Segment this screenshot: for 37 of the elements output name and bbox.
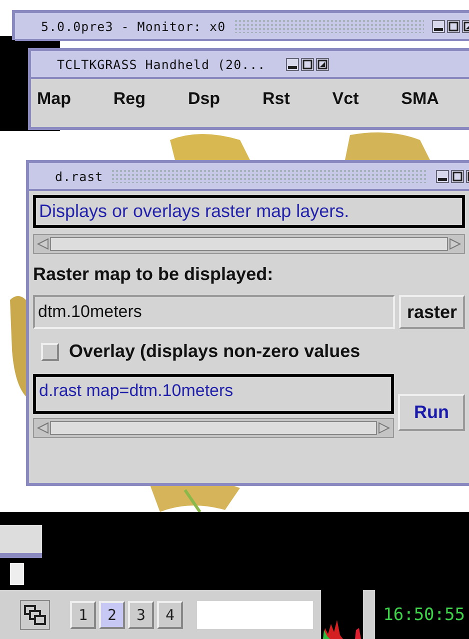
window-title: 5.0.0pre3 - Monitor: x0 [41, 18, 226, 34]
menu-item[interactable]: Reg [113, 89, 146, 109]
maximize-icon[interactable] [447, 20, 460, 32]
maximize-icon[interactable] [300, 58, 314, 70]
minimize-icon[interactable] [432, 20, 445, 32]
horizontal-scrollbar[interactable] [33, 418, 394, 438]
window-title: d.rast [55, 168, 104, 184]
overlay-checkbox[interactable] [41, 342, 59, 360]
right-arrow-icon[interactable] [448, 237, 462, 251]
left-arrow-icon[interactable] [36, 421, 50, 435]
map-input-field[interactable]: dtm.10meters [33, 295, 395, 329]
menu-item[interactable]: Dsp [188, 89, 220, 109]
checkbox-label: Overlay (displays non-zero values [69, 341, 360, 362]
right-arrow-icon[interactable] [377, 421, 391, 435]
desktop-button[interactable]: 3 [128, 600, 154, 628]
horizontal-scrollbar[interactable] [33, 234, 465, 254]
description-text: Displays or overlays raster map layers. [33, 195, 465, 228]
minimize-icon[interactable] [436, 170, 449, 182]
raster-button[interactable]: raster [398, 295, 465, 329]
clock: 16:50:55 [375, 590, 469, 639]
command-text: d.rast map=dtm.10meters [33, 374, 394, 414]
left-arrow-icon[interactable] [36, 237, 50, 251]
menu-item[interactable]: Map [37, 89, 71, 109]
desktop-button[interactable]: 2 [99, 600, 125, 628]
run-button[interactable]: Run [398, 394, 465, 430]
task-field[interactable] [197, 600, 313, 628]
desktop-button[interactable]: 1 [70, 600, 96, 628]
window-title: TCLTKGRASS Handheld (20... [57, 56, 266, 72]
minimize-icon[interactable] [286, 58, 299, 70]
menu-item[interactable]: Vct [332, 89, 359, 109]
maximize-icon[interactable] [451, 170, 464, 182]
windows-icon[interactable] [20, 600, 50, 630]
menu-item[interactable]: Rst [262, 89, 290, 109]
desktop-button[interactable]: 4 [157, 600, 183, 628]
close-icon[interactable] [316, 58, 329, 70]
menu-item[interactable]: SMA [401, 89, 439, 109]
field-label: Raster map to be displayed: [33, 263, 274, 286]
